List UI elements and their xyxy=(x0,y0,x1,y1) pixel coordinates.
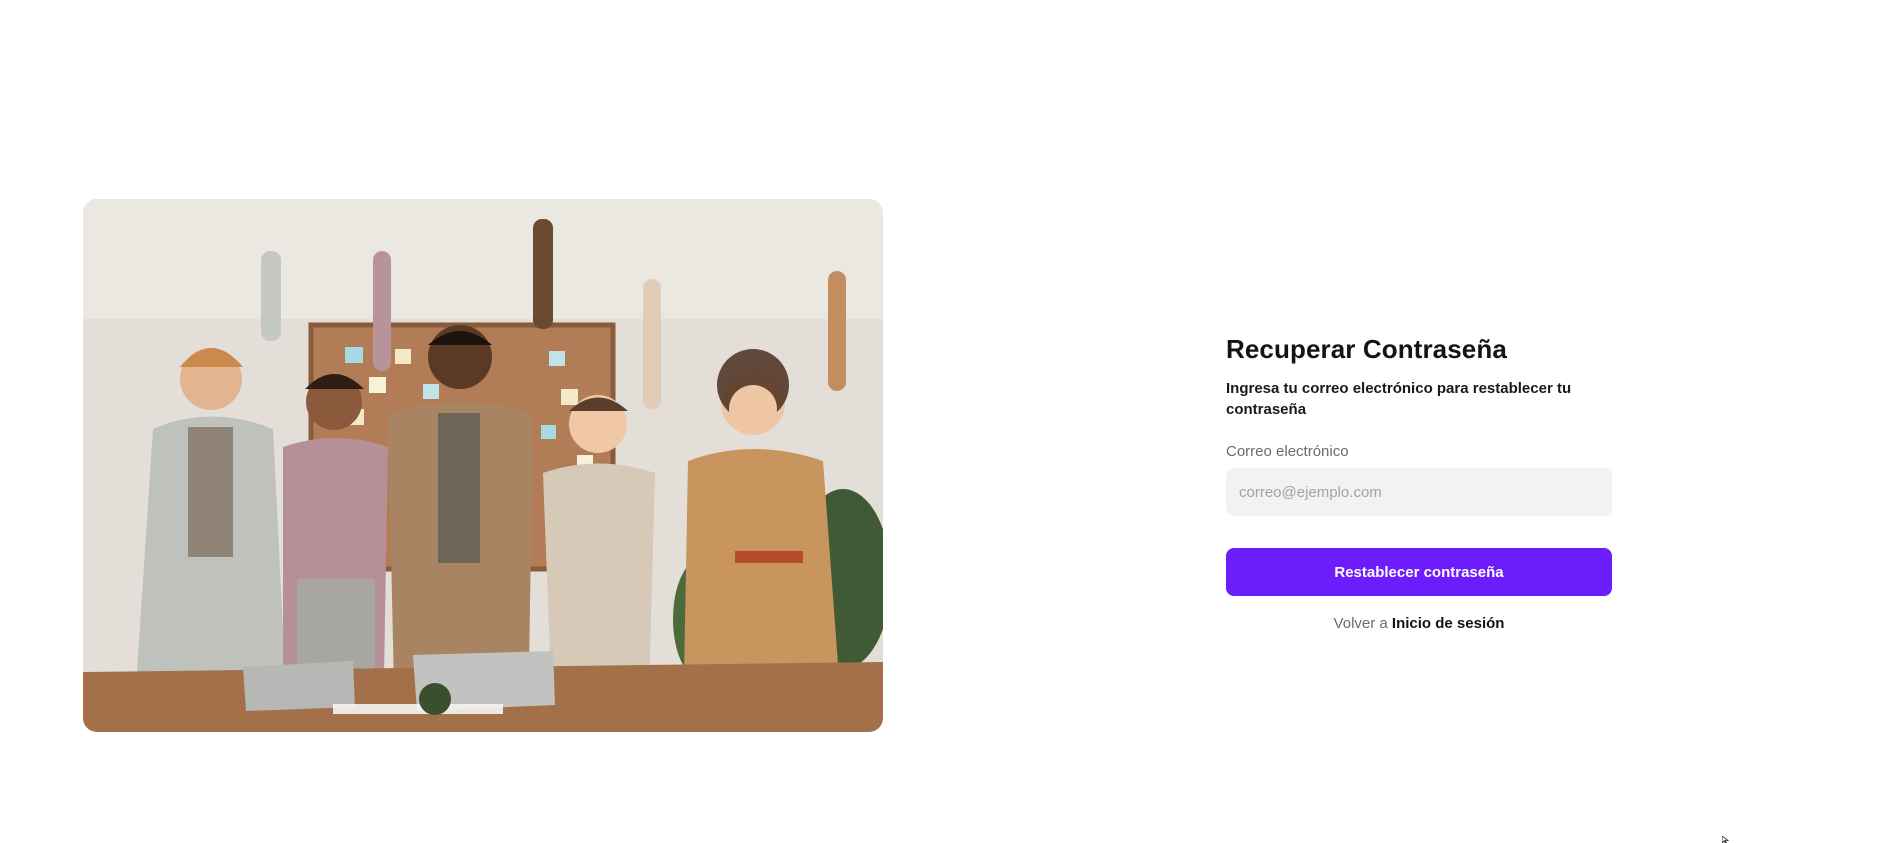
reset-password-button[interactable]: Restablecer contraseña xyxy=(1226,548,1612,596)
page-subtitle: Ingresa tu correo electrónico para resta… xyxy=(1226,380,1572,418)
forgot-password-form: Recuperar Contraseña Ingresa tu correo e… xyxy=(1226,332,1612,633)
back-prefix: Volver a xyxy=(1333,615,1388,632)
back-to-login: Volver a Inicio de sesión xyxy=(1226,615,1612,633)
hero-image xyxy=(83,199,883,732)
email-label: Correo electrónico xyxy=(1226,443,1349,460)
email-field[interactable] xyxy=(1226,468,1612,516)
team-celebration-photo xyxy=(83,199,883,732)
mouse-cursor-icon xyxy=(1722,836,1730,843)
page-title: Recuperar Contraseña xyxy=(1226,334,1507,364)
login-link[interactable]: Inicio de sesión xyxy=(1392,615,1505,632)
forgot-password-page: Recuperar Contraseña Ingresa tu correo e… xyxy=(0,0,1894,843)
